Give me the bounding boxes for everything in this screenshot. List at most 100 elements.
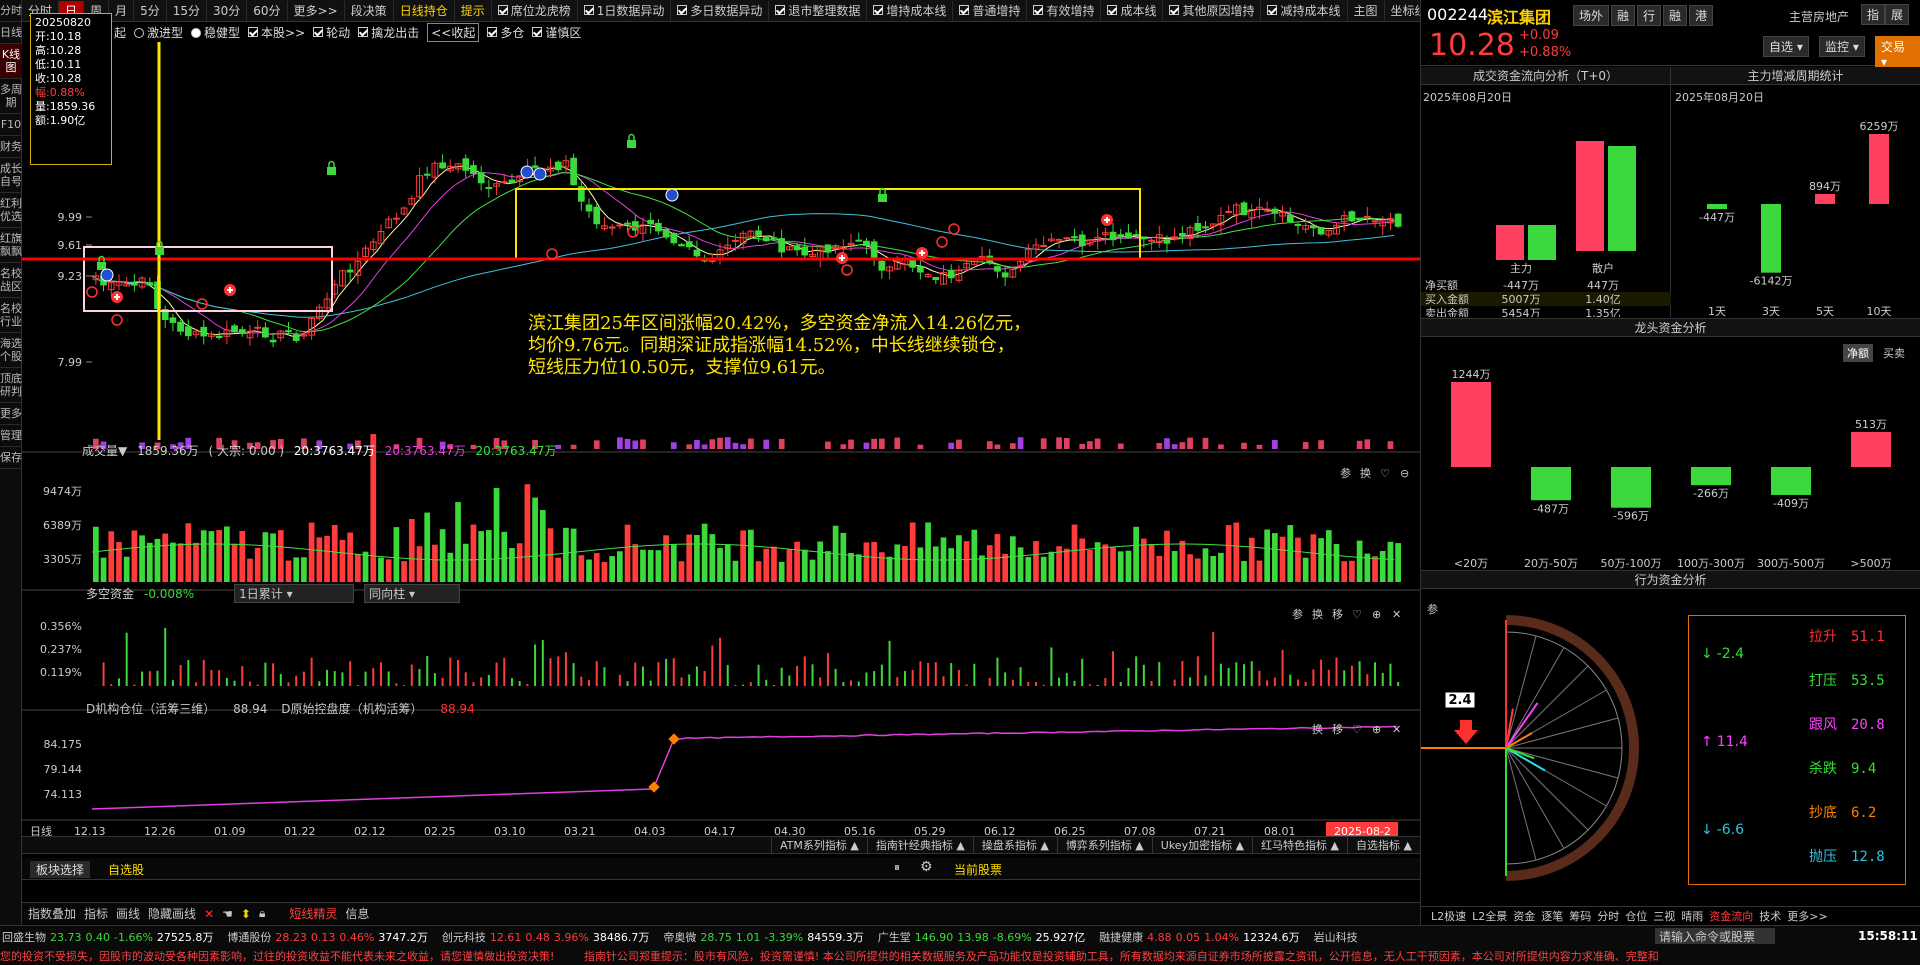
sidebar-item-5[interactable]: 财务 — [0, 136, 22, 158]
topbar-item-13[interactable]: 主图 — [1348, 0, 1385, 21]
indicator-tab-5[interactable]: 红马特色指标 ▲ — [1252, 837, 1347, 854]
panel-tool-icon[interactable]: ✕ — [1392, 723, 1401, 736]
sidebar-item-11[interactable]: 海选个股 — [0, 333, 22, 368]
period-tab-6[interactable]: 30分 — [207, 0, 248, 21]
index-button[interactable]: 指 — [1861, 4, 1886, 25]
volume-title[interactable]: 成交量▼ — [82, 444, 127, 458]
lock-icon[interactable]: 🔒︎ — [259, 906, 265, 921]
ticker-item-5[interactable]: 融捷健康 4.88 0.05 1.04% 12324.6万 — [1099, 929, 1299, 945]
topbar-item-7[interactable]: 增持成本线 — [867, 0, 954, 21]
dk-select1[interactable]: 1日累计 ▾ — [234, 584, 355, 603]
ticker-item-3[interactable]: 帝奥微 28.75 1.01 -3.39% 84559.3万 — [663, 929, 863, 945]
panel-tool-icon[interactable]: 参 — [1340, 466, 1351, 480]
ticker-item-2[interactable]: 创元科技 12.61 0.48 3.96% 38486.7万 — [442, 929, 649, 945]
candlestick-chart[interactable]: 9.99 9.61 9.23 7.99 9474万 6389万 3305万 0.356% 0.2… — [22, 22, 1420, 840]
checkbox[interactable] — [1267, 5, 1278, 15]
checkbox[interactable] — [583, 5, 594, 15]
ticker-item-0[interactable]: 回盛生物 23.73 0.40 -1.66% 27525.8万 — [2, 929, 213, 945]
topbar-item-6[interactable]: 退市整理数据 — [769, 0, 868, 21]
checkbox[interactable] — [959, 5, 970, 15]
period-tab-4[interactable]: 5分 — [134, 0, 167, 21]
sidebar-item-15[interactable]: 保存 — [0, 447, 22, 469]
stock-tag-4[interactable]: 港 — [1689, 5, 1714, 26]
panel-tool-icon[interactable]: ♡ — [1380, 467, 1390, 480]
dragon-tab-buysell[interactable]: 买卖 — [1883, 345, 1905, 361]
topbar-item-12[interactable]: 减持成本线 — [1261, 0, 1348, 21]
stock-tag-3[interactable]: 融 — [1663, 5, 1688, 26]
topbar-item-0[interactable]: 段决策 — [345, 0, 394, 21]
favorite-button[interactable]: 自选 ▾ — [1763, 36, 1809, 57]
topbar-item-1[interactable]: 日线持仓 — [394, 0, 455, 21]
dragon-tab-net[interactable]: 净额 — [1843, 344, 1873, 362]
sidebar-item-1[interactable]: 日线 — [0, 22, 22, 44]
topbar-item-2[interactable]: 提示 — [455, 0, 492, 21]
checkbox[interactable] — [1033, 5, 1044, 15]
stock-tag-1[interactable]: 融 — [1611, 5, 1636, 26]
sidebar-item-2[interactable]: K线图 — [0, 44, 22, 79]
indicator-tab-6[interactable]: 自选指标 ▲ — [1347, 837, 1420, 854]
checkbox[interactable] — [775, 5, 786, 15]
panel-tool-icon[interactable]: ⊖ — [1400, 467, 1409, 480]
dk-select2[interactable]: 同向柱 ▾ — [364, 584, 461, 603]
checkbox[interactable] — [677, 5, 688, 15]
short-genie-tab[interactable]: 短线精灵 — [289, 905, 337, 922]
panel-tool-icon[interactable]: 参 — [1292, 607, 1303, 621]
index-overlay-tool[interactable]: 指数叠加 — [28, 905, 76, 922]
panel-tool-icon[interactable]: 移 — [1332, 723, 1343, 736]
close-icon[interactable]: ✕ — [204, 907, 214, 921]
block-select-tab[interactable]: 板块选择 — [30, 861, 91, 878]
panel-tool-icon[interactable]: ♡ — [1352, 608, 1362, 621]
topbar-item-8[interactable]: 普通增持 — [953, 0, 1028, 21]
trade-button[interactable]: 交易 ▾ — [1875, 36, 1920, 71]
panel-tool-icon[interactable]: 移 — [1332, 608, 1343, 621]
right-tab-10[interactable]: 技术 — [1759, 908, 1781, 924]
right-tab-3[interactable]: 逐笔 — [1541, 908, 1563, 924]
sidebar-item-13[interactable]: 更多 — [0, 403, 22, 425]
period-tab-5[interactable]: 15分 — [167, 0, 207, 21]
draw-tool[interactable]: 画线 — [116, 905, 140, 922]
gear-icon[interactable]: ⚙ — [920, 859, 933, 875]
indicator-tab-1[interactable]: 指南针经典指标 ▲ — [866, 837, 973, 854]
pause-icon[interactable]: ⏸ — [894, 860, 900, 875]
sidebar-item-3[interactable]: 多周期 — [0, 79, 22, 114]
panel-tool-icon[interactable]: ✕ — [1392, 608, 1401, 621]
right-tab-11[interactable]: 更多>> — [1787, 908, 1827, 924]
sidebar-item-7[interactable]: 红利优选 — [0, 193, 22, 228]
panel-tool-icon[interactable]: 换 — [1312, 607, 1323, 621]
period-tab-8[interactable]: 更多>> — [288, 0, 345, 21]
expand-button[interactable]: 展 — [1885, 4, 1910, 25]
ticker-item-6[interactable]: 岩山科技 — [1314, 929, 1358, 945]
right-tab-4[interactable]: 筹码 — [1569, 908, 1591, 924]
topbar-item-10[interactable]: 成本线 — [1101, 0, 1164, 21]
sidebar-item-9[interactable]: 名校战区 — [0, 263, 22, 298]
sidebar-item-8[interactable]: 红旗飘飘 — [0, 228, 22, 263]
current-stock-tab[interactable]: 当前股票 — [954, 861, 1002, 878]
topbar-item-9[interactable]: 有效增持 — [1027, 0, 1102, 21]
indicator-tab-3[interactable]: 博弈系列指标 ▲ — [1056, 837, 1152, 854]
right-tab-5[interactable]: 分时 — [1597, 908, 1619, 924]
panel-tool-icon[interactable]: ♡ — [1352, 723, 1362, 736]
panel-tool-icon[interactable]: 换 — [1312, 722, 1323, 736]
stock-tag-2[interactable]: 行 — [1637, 5, 1662, 26]
sidebar-item-0[interactable]: 分时 — [0, 0, 22, 22]
command-input[interactable]: 请输入命令或股票 — [1655, 928, 1775, 944]
panel-tool-icon[interactable]: 换 — [1360, 466, 1371, 480]
topbar-item-4[interactable]: 1日数据异动 — [578, 0, 672, 21]
sidebar-item-12[interactable]: 顶底研判 — [0, 368, 22, 403]
ticker-item-4[interactable]: 广生堂 146.90 13.98 -8.69% 25.927亿 — [878, 929, 1085, 945]
topbar-item-3[interactable]: 席位龙虎榜 — [492, 0, 578, 21]
period-tab-7[interactable]: 60分 — [247, 0, 288, 21]
indicator-tab-0[interactable]: ATM系列指标 ▲ — [771, 837, 867, 854]
sidebar-item-4[interactable]: F10 — [0, 114, 22, 136]
indicator-tool[interactable]: 指标 — [84, 905, 108, 922]
panel-tool-icon[interactable]: ⊕ — [1372, 723, 1381, 736]
right-tab-2[interactable]: 资金 — [1513, 908, 1535, 924]
hide-draw-tool[interactable]: 隐藏画线 — [148, 905, 196, 922]
hand-icon[interactable]: ☚ — [222, 907, 233, 921]
checkbox[interactable] — [873, 5, 884, 15]
indicator-tab-4[interactable]: Ukey加密指标 ▲ — [1151, 837, 1252, 854]
sidebar-item-14[interactable]: 管理 — [0, 425, 22, 447]
topbar-item-11[interactable]: 其他原因增持 — [1163, 0, 1262, 21]
stock-tag-0[interactable]: 场外 — [1573, 5, 1610, 26]
right-tab-9[interactable]: 资金流向 — [1709, 908, 1753, 924]
